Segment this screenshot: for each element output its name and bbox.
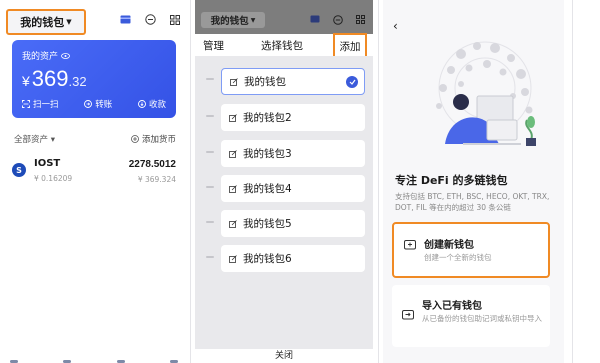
wallet-switcher-button[interactable]: 我的钱包 ▼ — [6, 9, 86, 35]
manage-button[interactable]: 管理 — [203, 38, 224, 53]
wallet-item-4[interactable]: 我的钱包4 — [221, 175, 365, 202]
wallet-name: 我的钱包 — [20, 16, 65, 29]
wallet-item-label: 我的钱包6 — [243, 253, 292, 265]
receive-button[interactable]: 收款 — [138, 98, 166, 110]
wallet-name: 我的钱包 — [210, 16, 249, 27]
wallet-picker-screen: 我的钱包 ▼ 管理 选择钱包 添加 我的钱包 我的钱包2 我的钱包3 我的钱包4… — [195, 0, 373, 363]
card-icon[interactable] — [120, 15, 131, 24]
wallet-item-2[interactable]: 我的钱包2 — [221, 104, 365, 131]
sheet-title: 选择钱包 — [261, 40, 303, 52]
import-wallet-card[interactable]: 导入已有钱包 从已备份的钱包助记词或私钥中导入 — [392, 285, 550, 347]
all-assets-label: 全部资产 — [14, 135, 49, 145]
token-symbol: IOST — [34, 158, 61, 169]
edit-icon[interactable] — [229, 113, 237, 122]
defi-illustration — [403, 36, 553, 164]
asset-card: 我的资产 ¥ 369 .32 扫一扫 转账 收款 — [12, 40, 176, 118]
check-icon — [346, 76, 358, 88]
top-bar: 我的钱包 ▼ — [0, 0, 188, 36]
dimmed-top-bar: 我的钱包 ▼ — [195, 0, 373, 34]
wallet-item-label: 我的钱包3 — [243, 148, 292, 160]
grid-icon — [356, 15, 365, 25]
scan-icon — [22, 100, 30, 108]
panel-divider — [190, 0, 191, 363]
wallet-item-5[interactable]: 我的钱包5 — [221, 210, 365, 237]
wallet-plus-icon — [404, 239, 417, 250]
wallet-item-3[interactable]: 我的钱包3 — [221, 140, 365, 167]
wallet-item-label: 我的钱包5 — [243, 218, 292, 230]
transfer-label: 转账 — [95, 100, 113, 110]
iost-logo-icon: S — [12, 163, 26, 177]
wallet-item-label: 我的钱包 — [244, 76, 286, 88]
wallet-item-1[interactable]: 我的钱包 — [221, 68, 365, 95]
drag-handle-icon[interactable] — [206, 186, 214, 188]
token-amount: 2278.5012 — [128, 159, 176, 170]
asset-amount: ¥ 369 .32 — [22, 66, 87, 92]
plus-circle-icon — [131, 135, 139, 143]
drag-handle-icon[interactable] — [206, 151, 214, 153]
edit-icon[interactable] — [229, 149, 237, 158]
wallet-home-screen: 我的钱包 ▼ 我的资产 ¥ 369 .32 扫一扫 转账 收款 全部资产 ▾ 添… — [0, 0, 188, 363]
card-icon — [310, 15, 320, 25]
token-price: ¥ 0.16209 — [34, 174, 73, 183]
create-wallet-title: 创建新钱包 — [424, 240, 474, 251]
drag-handle-icon[interactable] — [206, 78, 214, 80]
sheet-header: 管理 选择钱包 添加 — [195, 33, 373, 60]
wallet-list: 我的钱包 我的钱包2 我的钱包3 我的钱包4 我的钱包5 我的钱包6 — [195, 56, 373, 363]
all-assets-dropdown[interactable]: 全部资产 ▾ — [14, 133, 55, 145]
import-wallet-subtitle: 从已备份的钱包助记词或私钥中导入 — [422, 314, 542, 323]
add-wallet-screen: ‹ 专注 DeFi 的多链钱包 支持包括 BTC, ETH, BSC, HECO… — [383, 0, 564, 363]
scan-label: 扫一扫 — [33, 100, 59, 110]
receive-icon — [138, 100, 146, 108]
add-token-label: 添加货币 — [141, 135, 176, 145]
caret-down-icon: ▼ — [250, 16, 256, 24]
receive-label: 收款 — [148, 100, 166, 110]
currency-symbol: ¥ — [22, 73, 30, 89]
page-description: 支持包括 BTC, ETH, BSC, HECO, OKT, TRX, DOT,… — [395, 192, 550, 212]
import-wallet-title: 导入已有钱包 — [422, 301, 482, 312]
asset-integer: 369 — [31, 66, 69, 91]
edit-icon[interactable] — [229, 219, 237, 228]
wallet-switcher-button: 我的钱包 ▼ — [201, 12, 265, 28]
create-wallet-card[interactable]: 创建新钱包 创建一个全新的钱包 — [392, 222, 550, 278]
token-value: ¥ 369.324 — [137, 175, 176, 184]
edit-icon[interactable] — [229, 254, 237, 263]
drag-handle-icon[interactable] — [206, 115, 214, 117]
wallet-item-label: 我的钱包4 — [243, 183, 292, 195]
eye-icon[interactable] — [61, 52, 70, 59]
asset-label: 我的资产 — [22, 52, 59, 62]
transfer-icon — [84, 100, 93, 108]
edit-icon[interactable] — [229, 184, 237, 193]
back-button[interactable]: ‹ — [393, 19, 398, 33]
page-title: 专注 DeFi 的多链钱包 — [395, 174, 508, 187]
add-token-button[interactable]: 添加货币 — [131, 133, 176, 145]
grid-icon[interactable] — [170, 14, 180, 25]
caret-down-icon: ▼ — [66, 18, 72, 26]
wallet-import-icon — [402, 309, 415, 320]
token-row[interactable]: S IOST ¥ 0.16209 2278.5012 ¥ 369.324 — [12, 156, 176, 190]
wallet-item-6[interactable]: 我的钱包6 — [221, 245, 365, 272]
scan-button[interactable]: 扫一扫 — [22, 98, 59, 110]
panel-divider — [378, 0, 379, 363]
more-circle-icon[interactable] — [145, 14, 156, 25]
create-wallet-subtitle: 创建一个全新的钱包 — [424, 253, 492, 262]
wallet-item-label: 我的钱包2 — [243, 112, 292, 124]
close-button[interactable]: 关闭 — [195, 349, 373, 363]
more-circle-icon — [333, 15, 343, 25]
panel-divider — [572, 0, 573, 363]
drag-handle-icon[interactable] — [206, 256, 214, 258]
drag-handle-icon[interactable] — [206, 221, 214, 223]
edit-icon[interactable] — [230, 77, 238, 86]
asset-decimal: .32 — [68, 74, 87, 89]
bottom-nav — [10, 357, 178, 363]
transfer-button[interactable]: 转账 — [84, 98, 112, 110]
